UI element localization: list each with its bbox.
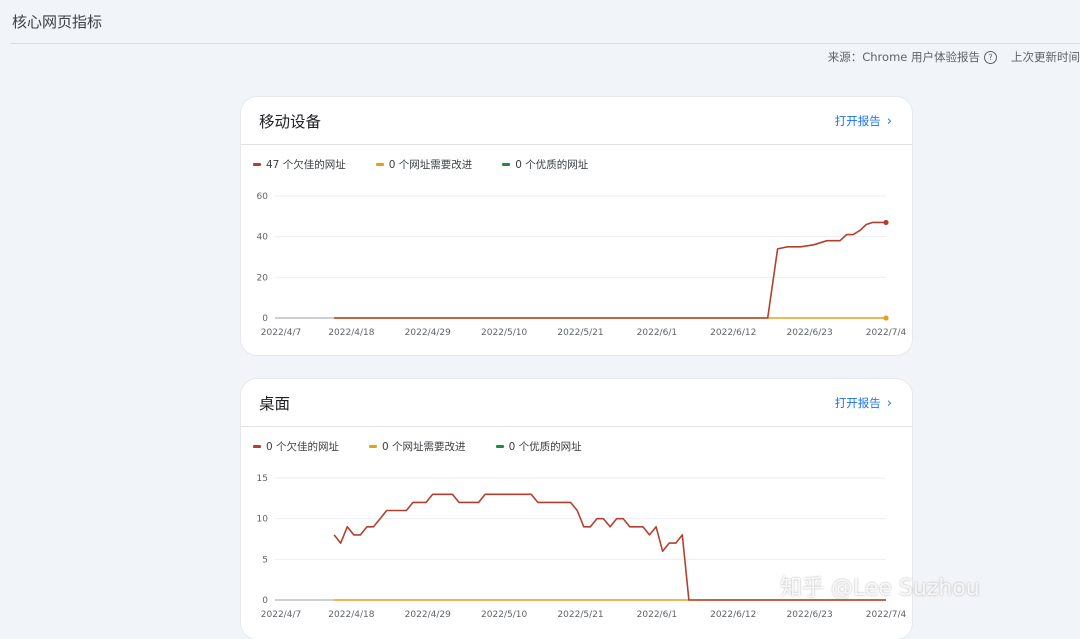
source-row: 来源：Chrome 用户体验报告 ? 上次更新时间: [828, 48, 1080, 66]
legend-item-poor[interactable]: 47 个欠佳的网址: [253, 157, 346, 172]
chevron-right-icon: ›: [886, 113, 892, 129]
legend-swatch-poor: [253, 445, 261, 448]
help-circle-icon[interactable]: ?: [984, 50, 997, 64]
legend-label: 0 个网址需要改进: [382, 441, 466, 453]
y-tick-label: 40: [257, 233, 269, 243]
card-header: 移动设备 打开报告 ›: [241, 97, 912, 145]
legend-item-good[interactable]: 0 个优质的网址: [495, 439, 582, 454]
x-tick-label: 2022/5/21: [557, 328, 603, 338]
legend-label: 0 个网址需要改进: [388, 159, 473, 171]
x-tick-label: 2022/7/4: [866, 610, 907, 620]
legend-swatch-needs-improvement: [375, 163, 384, 166]
x-tick-label: 2022/6/1: [637, 328, 677, 338]
y-tick-label: 5: [262, 555, 268, 565]
x-tick-label: 2022/4/18: [328, 610, 374, 620]
last-update-label: 上次更新时间: [1011, 50, 1080, 64]
card-title: 桌面: [259, 395, 291, 413]
x-tick-label: 2022/4/29: [405, 328, 451, 338]
open-report-link[interactable]: 打开报告 ›: [835, 113, 892, 129]
x-tick-label: 2022/4/7: [261, 610, 301, 620]
page-title: 核心网页指标: [12, 13, 103, 31]
watermark: 知乎 @Lee Suzhou: [780, 576, 980, 601]
x-tick-label: 2022/6/12: [710, 328, 756, 338]
x-tick-label: 2022/4/7: [261, 328, 301, 338]
legend-swatch-good: [502, 163, 511, 166]
y-tick-label: 15: [257, 474, 268, 484]
x-tick-label: 2022/4/29: [405, 610, 451, 620]
card-title: 移动设备: [259, 113, 322, 131]
legend-swatch-needs-improvement: [369, 445, 378, 448]
series-endpoint-poor: [883, 219, 889, 226]
y-tick-label: 0: [262, 596, 268, 606]
y-tick-label: 10: [257, 515, 269, 525]
mobile-chart: 0 20 40 60 2022/4/7 2022/4/18 2022/4/29 2022/5/…: [257, 192, 907, 338]
open-report-label: 打开报告: [834, 396, 881, 410]
x-tick-label: 2022/6/23: [787, 328, 833, 338]
legend-label: 47 个欠佳的网址: [266, 159, 346, 171]
legend-item-poor[interactable]: 0 个欠佳的网址: [253, 439, 339, 454]
header-divider: [10, 43, 1080, 44]
chart-legend: 0 个欠佳的网址 0 个网址需要改进 0 个优质的网址: [253, 439, 612, 454]
card-header: 桌面 打开报告 ›: [241, 379, 912, 427]
x-tick-label: 2022/5/10: [481, 328, 527, 338]
y-tick-label: 60: [257, 192, 269, 202]
legend-label: 0 个优质的网址: [515, 159, 589, 171]
legend-label: 0 个欠佳的网址: [266, 441, 340, 453]
top-bar: 核心网页指标: [0, 0, 1080, 44]
chevron-right-icon: ›: [886, 395, 892, 411]
legend-item-needs-improvement[interactable]: 0 个网址需要改进: [369, 439, 466, 454]
x-tick-label: 2022/7/4: [866, 328, 907, 338]
x-tick-label: 2022/6/12: [710, 610, 756, 620]
mobile-card: 移动设备 打开报告 › 47 个欠佳的网址 0 个网址需要改进 0 个优质的网址…: [241, 97, 912, 355]
legend-swatch-poor: [253, 163, 261, 166]
legend-swatch-good: [495, 445, 504, 448]
y-tick-label: 0: [262, 314, 268, 324]
x-tick-label: 2022/5/10: [481, 610, 527, 620]
legend-item-good[interactable]: 0 个优质的网址: [502, 157, 588, 172]
x-tick-label: 2022/5/21: [557, 610, 603, 620]
x-tick-label: 2022/6/1: [637, 610, 677, 620]
legend-item-needs-improvement[interactable]: 0 个网址需要改进: [375, 157, 473, 172]
source-label: 来源：Chrome 用户体验报告: [827, 50, 980, 64]
open-report-label: 打开报告: [834, 114, 881, 128]
open-report-link[interactable]: 打开报告 ›: [835, 395, 892, 411]
x-tick-label: 2022/4/18: [328, 328, 374, 338]
legend-label: 0 个优质的网址: [508, 441, 582, 453]
series-endpoint-needs_improvement: [883, 315, 889, 321]
x-tick-label: 2022/6/23: [787, 610, 833, 620]
y-tick-label: 20: [257, 273, 269, 283]
chart-legend: 47 个欠佳的网址 0 个网址需要改进 0 个优质的网址: [253, 157, 618, 172]
